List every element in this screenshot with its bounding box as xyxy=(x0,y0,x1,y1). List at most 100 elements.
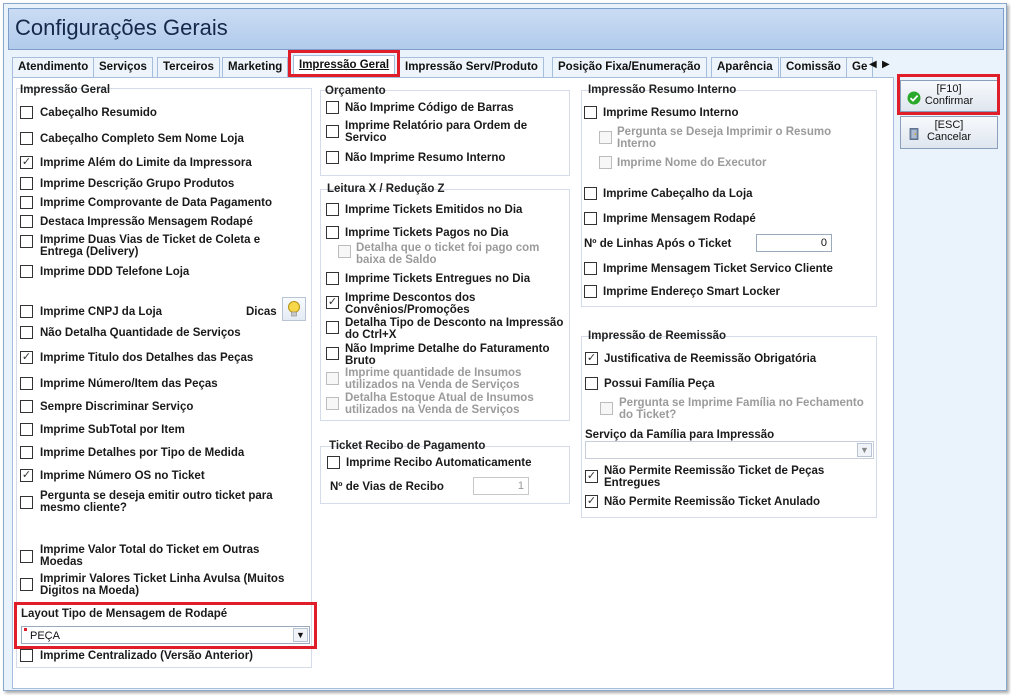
label-nome-executor: Imprime Nome do Executor xyxy=(617,157,767,169)
label-qtd-insumos: Imprime quantidade de Insumos utilizados… xyxy=(345,367,522,391)
checkbox-tickets-emitidos[interactable] xyxy=(326,203,339,216)
label-destaca-rodape: Destaca Impressão Mensagem Rodapé xyxy=(40,216,253,228)
checkbox-tickets-pagos[interactable] xyxy=(326,226,339,239)
checkbox-titulo-detalhes[interactable]: ✓ xyxy=(20,351,33,364)
label-detalhes-medida: Imprime Detalhes por Tipo de Medida xyxy=(40,447,245,459)
label-titulo-detalhes: Imprime Titulo dos Detalhes das Peças xyxy=(40,352,254,364)
checkbox-discriminar-servico[interactable] xyxy=(20,400,33,413)
checkbox-descontos-convenios[interactable]: ✓ xyxy=(326,296,339,309)
checkbox-detalhes-medida[interactable] xyxy=(20,446,33,459)
dicas-button[interactable] xyxy=(282,297,306,321)
checkbox-smart-locker[interactable] xyxy=(584,285,597,298)
label-numero-os: Imprime Número OS no Ticket xyxy=(40,470,205,482)
checkbox-subtotal-item[interactable] xyxy=(20,423,33,436)
tab-servicos[interactable]: Serviços xyxy=(93,57,153,77)
checkbox-baixa-saldo[interactable] xyxy=(338,245,351,258)
checkbox-pergunta-resumo[interactable] xyxy=(599,131,612,144)
checkbox-cnpj-loja[interactable] xyxy=(20,305,33,318)
label-baixa-saldo: Detalha que o ticket foi pago com baixa … xyxy=(356,242,540,266)
label-resumo-interno: Imprime Resumo Interno xyxy=(603,107,739,119)
checkbox-nao-resumo-interno[interactable] xyxy=(326,151,339,164)
checkbox-comprovante-data[interactable] xyxy=(20,196,33,209)
tab-comissao[interactable]: Comissão xyxy=(780,57,847,77)
tab-aparencia[interactable]: Aparência xyxy=(711,57,779,77)
checkbox-cabecalho-resumido[interactable] xyxy=(20,106,33,119)
label-comprovante-data: Imprime Comprovante de Data Pagamento xyxy=(40,197,272,209)
label-smart-locker: Imprime Endereço Smart Locker xyxy=(603,286,781,298)
checkbox-mensagem-rodape[interactable] xyxy=(584,212,597,225)
checkbox-outro-ticket[interactable] xyxy=(20,496,33,509)
label-subtotal-item: Imprime SubTotal por Item xyxy=(40,424,185,436)
checkbox-duas-vias[interactable] xyxy=(20,235,33,248)
checkbox-cabecalho-completo[interactable] xyxy=(20,132,33,145)
linhas-apos-ticket-input[interactable]: 0 xyxy=(756,234,832,252)
group-title-reemissao: Impressão de Reemissão xyxy=(588,330,727,342)
tab-terceiros[interactable]: Terceiros xyxy=(157,57,220,77)
label-centralizado: Imprime Centralizado (Versão Anterior) xyxy=(40,650,254,662)
checkbox-pergunta-familia[interactable] xyxy=(600,402,613,415)
checkbox-familia-peca[interactable] xyxy=(585,377,598,390)
label-numero-item: Imprime Número/Item das Peças xyxy=(40,378,218,390)
label-estoque-insumos: Detalha Estoque Atual de Insumos utiliza… xyxy=(345,392,534,416)
checkbox-destaca-rodape[interactable] xyxy=(20,215,33,228)
tab-marketing[interactable]: Marketing xyxy=(222,57,289,77)
checkbox-justificativa[interactable]: ✓ xyxy=(585,352,598,365)
checkbox-tickets-entregues[interactable] xyxy=(326,272,339,285)
checkbox-tipo-desconto[interactable] xyxy=(326,321,339,334)
group-title-orcamento: Orçamento xyxy=(325,85,386,97)
label-imprime-alem-limite: Imprime Além do Limite da Impressora xyxy=(40,157,252,169)
checkbox-codigo-barras[interactable] xyxy=(326,101,339,114)
cancel-button[interactable]: [ESC] Cancelar xyxy=(900,116,998,149)
checkbox-pecas-entregues[interactable]: ✓ xyxy=(585,470,598,483)
label-tickets-emitidos: Imprime Tickets Emitidos no Dia xyxy=(345,204,523,216)
label-mensagem-rodape: Imprime Mensagem Rodapé xyxy=(603,213,756,225)
lightbulb-icon xyxy=(288,301,300,317)
checkbox-ticket-servico-cliente[interactable] xyxy=(584,262,597,275)
label-duas-vias: Imprime Duas Vias de Ticket de Coleta e … xyxy=(40,234,261,258)
checkbox-numero-item[interactable] xyxy=(20,377,33,390)
checkbox-centralizado[interactable] xyxy=(20,649,33,662)
tab-atendimento[interactable]: Atendimento xyxy=(12,57,95,77)
label-pergunta-familia: Pergunta se Imprime Família no Fechament… xyxy=(619,397,864,421)
checkbox-descricao-grupo[interactable] xyxy=(20,177,33,190)
label-tipo-desconto: Detalha Tipo de Desconto na Impressão do… xyxy=(345,317,564,341)
label-outras-moedas: Imprime Valor Total do Ticket em Outras … xyxy=(40,544,260,568)
tab-scroll-left-icon[interactable]: ◀ xyxy=(869,59,877,70)
exit-door-icon xyxy=(907,127,921,144)
highlight-confirm-box xyxy=(897,74,1000,115)
tab-panel: Impressão Geral Cabeçalho Resumido Cabeç… xyxy=(12,77,894,689)
checkbox-outras-moedas[interactable] xyxy=(20,550,33,563)
checkbox-faturamento-bruto[interactable] xyxy=(326,347,339,360)
label-recibo-auto: Imprime Recibo Automaticamente xyxy=(346,457,532,469)
label-ticket-servico-cliente: Imprime Mensagem Ticket Servico Cliente xyxy=(603,263,833,275)
checkbox-nome-executor[interactable] xyxy=(599,156,612,169)
label-tickets-entregues: Imprime Tickets Entregues no Dia xyxy=(345,273,531,285)
tab-impressao-serv-produto[interactable]: Impressão Serv/Produto xyxy=(399,57,544,77)
label-ticket-anulado: Não Permite Reemissão Ticket Anulado xyxy=(604,496,821,508)
group-title-leitura-x: Leitura X / Redução Z xyxy=(327,183,445,195)
label-pecas-entregues: Não Permite Reemissão Ticket de Peças En… xyxy=(604,465,825,489)
chevron-down-icon[interactable]: ▼ xyxy=(857,443,872,457)
label-outro-ticket: Pergunta se deseja emitir outro ticket p… xyxy=(40,490,273,514)
checkbox-ddd-telefone[interactable] xyxy=(20,265,33,278)
checkbox-numero-os[interactable]: ✓ xyxy=(20,469,33,482)
checkbox-linha-avulsa[interactable] xyxy=(20,578,33,591)
checkbox-qtd-insumos[interactable] xyxy=(326,372,339,385)
checkbox-ticket-anulado[interactable]: ✓ xyxy=(585,495,598,508)
checkbox-nao-detalha-qtd[interactable] xyxy=(20,326,33,339)
label-cabecalho-resumido: Cabeçalho Resumido xyxy=(40,107,157,119)
checkbox-imprime-alem-limite[interactable]: ✓ xyxy=(20,156,33,169)
label-cabecalho-loja: Imprime Cabeçalho da Loja xyxy=(603,188,753,200)
vias-recibo-input[interactable]: 1 xyxy=(473,477,529,495)
tab-posicao-fixa[interactable]: Posição Fixa/Enumeração xyxy=(552,57,707,77)
tab-scroll-right-icon[interactable]: ▶ xyxy=(882,59,890,70)
checkbox-recibo-auto[interactable] xyxy=(327,456,340,469)
checkbox-estoque-insumos[interactable] xyxy=(326,397,339,410)
checkbox-relatorio-os[interactable] xyxy=(326,125,339,138)
settings-window: Configurações Gerais Atendimento Serviço… xyxy=(3,3,1007,691)
checkbox-cabecalho-loja[interactable] xyxy=(584,187,597,200)
group-ticket-recibo xyxy=(320,446,570,504)
servico-familia-select[interactable]: ▼ xyxy=(585,441,874,459)
checkbox-resumo-interno[interactable] xyxy=(584,106,597,119)
label-nao-resumo-interno: Não Imprime Resumo Interno xyxy=(345,152,506,164)
